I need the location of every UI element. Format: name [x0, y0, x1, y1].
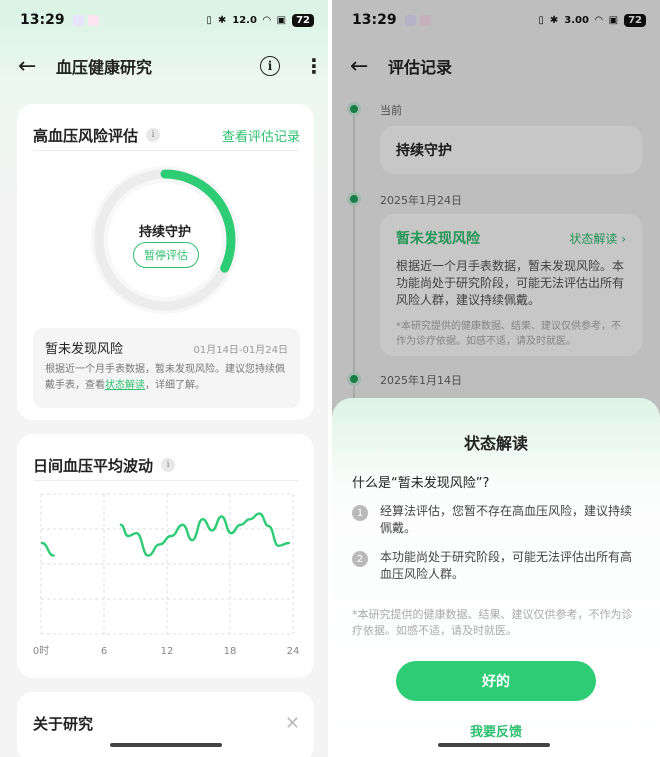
notification-app-icon — [87, 14, 99, 26]
status-time: 13:29 — [20, 12, 65, 28]
more-menu-icon[interactable]: ⋮ — [304, 56, 324, 76]
sheet-item: 1 经算法评估，您暂不存在高血压风险，建议持续佩戴。 — [352, 503, 640, 537]
item-text: 本功能尚处于研究阶段，可能无法评估出所有高血压风险人群。 — [380, 550, 633, 581]
signal-off-icon: ▣ — [276, 14, 287, 26]
risk-status-box[interactable]: 暂未发现风险 01月14日-01月24日 根据近一个月手表数据，暂未发现风险。建… — [33, 328, 300, 408]
net-speed: 12.0 — [232, 14, 257, 26]
bluetooth-icon: ✱ — [217, 14, 227, 26]
pause-assessment-button[interactable]: 暂停评估 — [133, 242, 199, 268]
risk-card-header: 高血压风险评估 i 查看评估记录 — [17, 104, 314, 150]
ok-button[interactable]: 好的 — [396, 661, 596, 701]
page-title: 血压健康研究 — [56, 58, 153, 77]
risk-date-range: 01月14日-01月24日 — [193, 345, 288, 356]
home-indicator[interactable] — [110, 743, 222, 747]
bp-line-series — [40, 541, 55, 557]
info-icon[interactable]: i — [260, 56, 280, 76]
notification-heart-icon — [72, 14, 84, 26]
bp-line-series — [119, 512, 290, 557]
sheet-title: 状态解读 — [463, 434, 528, 453]
risk-card-title: 高血压风险评估 — [33, 126, 139, 145]
status-bar: 13:29 ▯ ✱ 12.0 ◠ ▣ 72 — [0, 0, 328, 40]
bp-fluctuation-card: 日间血压平均波动 i 0时 6 12 18 24 — [17, 434, 314, 678]
left-screen: 13:29 ▯ ✱ 12.0 ◠ ▣ 72 ← 血压健康研究 i ⋮ 高血压风险… — [0, 0, 328, 757]
risk-info-icon[interactable]: i — [146, 128, 161, 142]
item-number-badge: 2 — [352, 551, 368, 567]
sheet-question: 什么是“暂未发现风险”? — [352, 476, 490, 491]
ring-status-label: 持续守护 — [138, 225, 191, 240]
back-arrow-icon[interactable]: ← — [18, 54, 48, 79]
about-card-title: 关于研究 — [33, 714, 94, 733]
status-explain-sheet: 状态解读 什么是“暂未发现风险”? 1 经算法评估，您暂不存在高血压风险，建议持… — [332, 398, 660, 757]
app-bar: ← 血压健康研究 i ⋮ — [0, 44, 328, 88]
right-screen: 13:29 ▯ ✱ 3.00 ◠ ▣ 72 ← 评估记录 当前 持续守护 202… — [332, 0, 660, 757]
item-number-badge: 1 — [352, 505, 368, 521]
divider — [33, 480, 298, 481]
home-indicator[interactable] — [438, 743, 550, 747]
about-card-header: 关于研究 ✕ — [17, 692, 314, 738]
sheet-disclaimer: *本研究提供的健康数据、结果、建议仅供参考，不作为诊疗依据。如感不适，请及时就医… — [352, 608, 633, 637]
trend-card-title: 日间血压平均波动 — [33, 456, 154, 475]
feedback-link[interactable]: 我要反馈 — [352, 721, 640, 740]
close-icon[interactable]: ✕ — [285, 713, 300, 734]
x-tick-label: 18 — [224, 646, 237, 657]
sheet-item: 2 本功能尚处于研究阶段，可能无法评估出所有高血压风险人群。 — [352, 549, 640, 583]
battery-level: 72 — [292, 13, 314, 27]
about-study-card: 关于研究 ✕ — [17, 692, 314, 757]
progress-ring — [91, 166, 239, 314]
x-tick-label: 6 — [101, 646, 107, 657]
risk-assessment-card: 高血压风险评估 i 查看评估记录 持续守护 暂停评估 暂未发现风险 01月14日… — [17, 104, 314, 420]
x-tick-label: 12 — [161, 646, 174, 657]
item-text: 经算法评估，您暂不存在高血压风险，建议持续佩戴。 — [380, 504, 633, 535]
vibrate-icon: ▯ — [206, 14, 212, 26]
risk-status-name: 暂未发现风险 — [45, 342, 124, 357]
trend-info-icon[interactable]: i — [161, 458, 176, 472]
bp-fluctuation-chart: 0时 6 12 18 24 — [33, 493, 300, 657]
risk-status-description: 根据近一个月手表数据，暂未发现风险。建议您持续佩戴手表，查看状态解读，详细了解。 — [45, 362, 288, 394]
desc-suffix: ，详细了解。 — [145, 380, 205, 391]
trend-card-header: 日间血压平均波动 i — [17, 434, 314, 480]
x-tick-label: 24 — [287, 646, 300, 657]
wifi-icon: ◠ — [262, 14, 271, 26]
x-tick-label: 0时 — [33, 645, 49, 657]
view-records-link[interactable]: 查看评估记录 — [222, 126, 300, 145]
divider — [33, 150, 298, 151]
status-explain-link[interactable]: 状态解读 — [105, 380, 145, 391]
